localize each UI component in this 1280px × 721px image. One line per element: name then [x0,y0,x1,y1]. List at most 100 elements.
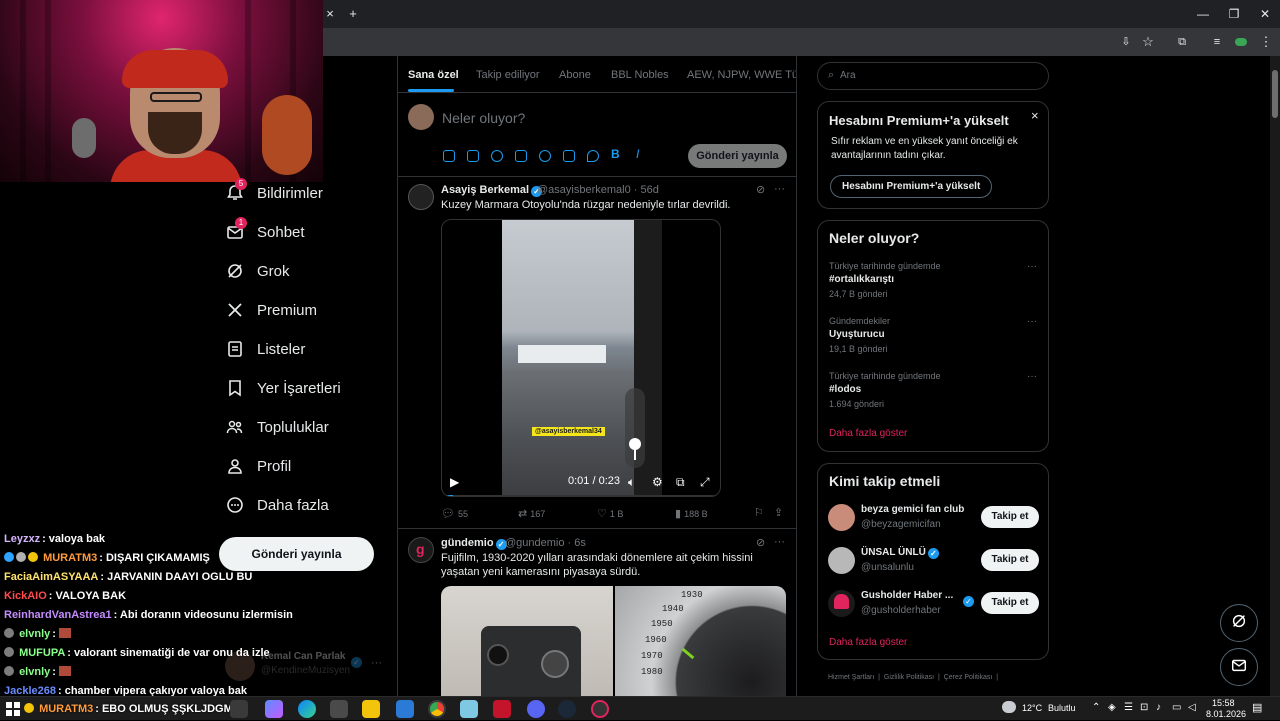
poll-icon[interactable] [515,150,527,162]
more-icon[interactable]: ··· [1027,316,1037,327]
footer-link[interactable]: Hizmet Şartları [828,674,874,681]
settings-gear-icon[interactable]: ⚙ [652,475,663,489]
nav-communities[interactable]: Topluluklar [225,412,329,442]
discord-icon[interactable] [527,700,545,718]
trend-name[interactable]: #ortalıkkarıştı [829,274,894,285]
messages-fab-button[interactable] [1220,648,1258,686]
obs-icon[interactable] [591,700,609,718]
clock-date[interactable]: 8.01.2026 [1206,709,1246,719]
chrome-icon[interactable] [428,700,446,718]
grok-explain-icon[interactable]: ⊘ [756,183,765,196]
nav-bookmarks[interactable]: Yer İşaretleri [225,373,341,403]
close-window-button[interactable]: ✕ [1248,0,1280,28]
views-button[interactable]: ▮ 188 B [675,507,708,520]
who-to-follow-show-more-link[interactable]: Daha fazla göster [829,637,907,648]
tweet-author[interactable]: Asayiş Berkemal ✓ [441,184,543,197]
weather-temp[interactable]: 12°C [1022,703,1042,713]
suggestion-name[interactable]: ÜNSAL ÜNLÜ ✓ [861,547,939,559]
microphone-icon[interactable]: ♪ [1156,702,1161,713]
notifications-icon[interactable]: ▤ [1252,701,1262,714]
video-progress-track[interactable] [442,495,720,496]
video-player[interactable]: @asayisberkemal34 ▶ 0:01 / 0:23 🔈︎ ⚙ ⧉ ⤢ [441,219,721,497]
page-scrollbar[interactable] [1270,56,1280,696]
tab-following[interactable]: Takip ediliyor [476,69,540,81]
picture-in-picture-icon[interactable]: ⧉ [676,475,685,490]
new-tab-button[interactable]: + [343,0,363,28]
suggestion-name[interactable]: beyza gemici fan club [861,504,964,515]
play-icon[interactable]: ▶ [450,475,459,489]
close-icon[interactable]: × [1031,108,1039,123]
footer-link[interactable]: Çerez Politikası [944,674,993,681]
tray-chevron-icon[interactable]: ⌃ [1092,702,1100,713]
emoji-icon[interactable] [539,150,551,162]
follow-button[interactable]: Takip et [981,506,1039,528]
image-icon[interactable] [443,150,455,162]
clock-time[interactable]: 15:58 [1212,698,1235,708]
search-bar[interactable]: ⌕ Ara [817,62,1049,90]
tweet-photo[interactable]: 1930 1940 1950 1960 1970 1980 [441,586,786,696]
store-icon[interactable] [330,700,348,718]
grok-fab-button[interactable] [1220,604,1258,642]
more-icon[interactable]: ··· [1027,371,1037,382]
mail-app-icon[interactable] [396,700,414,718]
location-icon[interactable] [587,150,599,162]
trend-name[interactable]: Uyuşturucu [829,329,885,340]
video-editor-icon[interactable] [493,700,511,718]
share-icon[interactable]: ⇪ [774,506,786,519]
tweet-author[interactable]: gündemio ✓ [441,537,507,550]
grok-compose-icon[interactable] [491,150,503,162]
more-icon[interactable]: ··· [1027,261,1037,272]
file-explorer-icon[interactable] [362,700,380,718]
schedule-icon[interactable] [563,150,575,162]
nav-profile[interactable]: Profil [225,451,291,481]
premium-upgrade-button[interactable]: Hesabını Premium+'a yükselt [830,175,993,198]
more-icon[interactable]: ··· [371,657,382,669]
weather-text[interactable]: Bulutlu [1048,703,1076,713]
nav-premium[interactable]: Premium [225,295,317,325]
trends-show-more-link[interactable]: Daha fazla göster [829,428,907,439]
close-tab-icon[interactable]: × [320,0,340,28]
minimize-window-button[interactable]: — [1186,0,1220,28]
grok-explain-icon[interactable]: ⊘ [756,536,765,549]
fullscreen-icon[interactable]: ⤢ [700,475,710,490]
tab-subscribed[interactable]: Abone [559,69,591,81]
tray-app-icon[interactable]: ☰ [1124,702,1133,713]
app-icon[interactable] [460,700,478,718]
compose-post-button[interactable]: Gönderi yayınla [688,144,787,168]
follow-button[interactable]: Takip et [981,592,1039,614]
retweet-button[interactable]: ⇄ 167 [518,507,545,520]
restore-window-button[interactable]: ❐ [1217,0,1251,28]
follow-button[interactable]: Takip et [981,549,1039,571]
bookmark-icon[interactable]: ⚐ [754,506,767,519]
italic-icon[interactable]: I [636,147,639,161]
nav-notifications[interactable]: 5 Bildirimler [225,178,323,208]
like-button[interactable]: ♡ 1 B [597,507,623,520]
nav-lists[interactable]: Listeler [225,334,305,364]
post-button[interactable]: Gönderi yayınla [219,537,374,571]
install-app-icon[interactable]: ⇩ [1116,28,1136,56]
speaker-icon[interactable]: ◁ [1188,702,1196,713]
volume-knob[interactable] [629,438,641,450]
suggestion-name[interactable]: Gusholder Haber ... [861,590,953,601]
tab-for-you[interactable]: Sana özel [408,69,459,81]
extensions-icon[interactable]: ⧉ [1172,28,1192,56]
network-icon[interactable]: ▭ [1172,702,1181,713]
tray-app-icon[interactable]: ⊡ [1140,702,1148,713]
browser-menu-icon[interactable]: ⋮ [1256,28,1276,56]
footer-link[interactable]: Gizlilik Politikası [884,674,934,681]
trend-name[interactable]: #lodos [829,384,861,395]
edge-icon[interactable] [298,700,316,718]
scrollbar-thumb[interactable] [1272,70,1278,118]
bookmark-star-icon[interactable]: ☆ [1138,28,1158,56]
gif-icon[interactable] [467,150,479,162]
profile-avatar-icon[interactable] [1231,28,1251,56]
media-controls-icon[interactable]: ≡ [1207,28,1227,56]
volume-slider[interactable] [625,388,645,468]
nav-more[interactable]: Daha fazla [225,490,329,520]
tweet-handle[interactable]: @gundemio · 6s [505,537,586,549]
tray-app-icon[interactable]: ◈ [1108,702,1116,713]
search-input[interactable]: Ara [840,70,856,81]
task-view-icon[interactable] [230,700,248,718]
more-icon[interactable]: ··· [774,183,785,195]
tweet-handle[interactable]: @asayisberkemal0 · 56d [537,184,659,196]
